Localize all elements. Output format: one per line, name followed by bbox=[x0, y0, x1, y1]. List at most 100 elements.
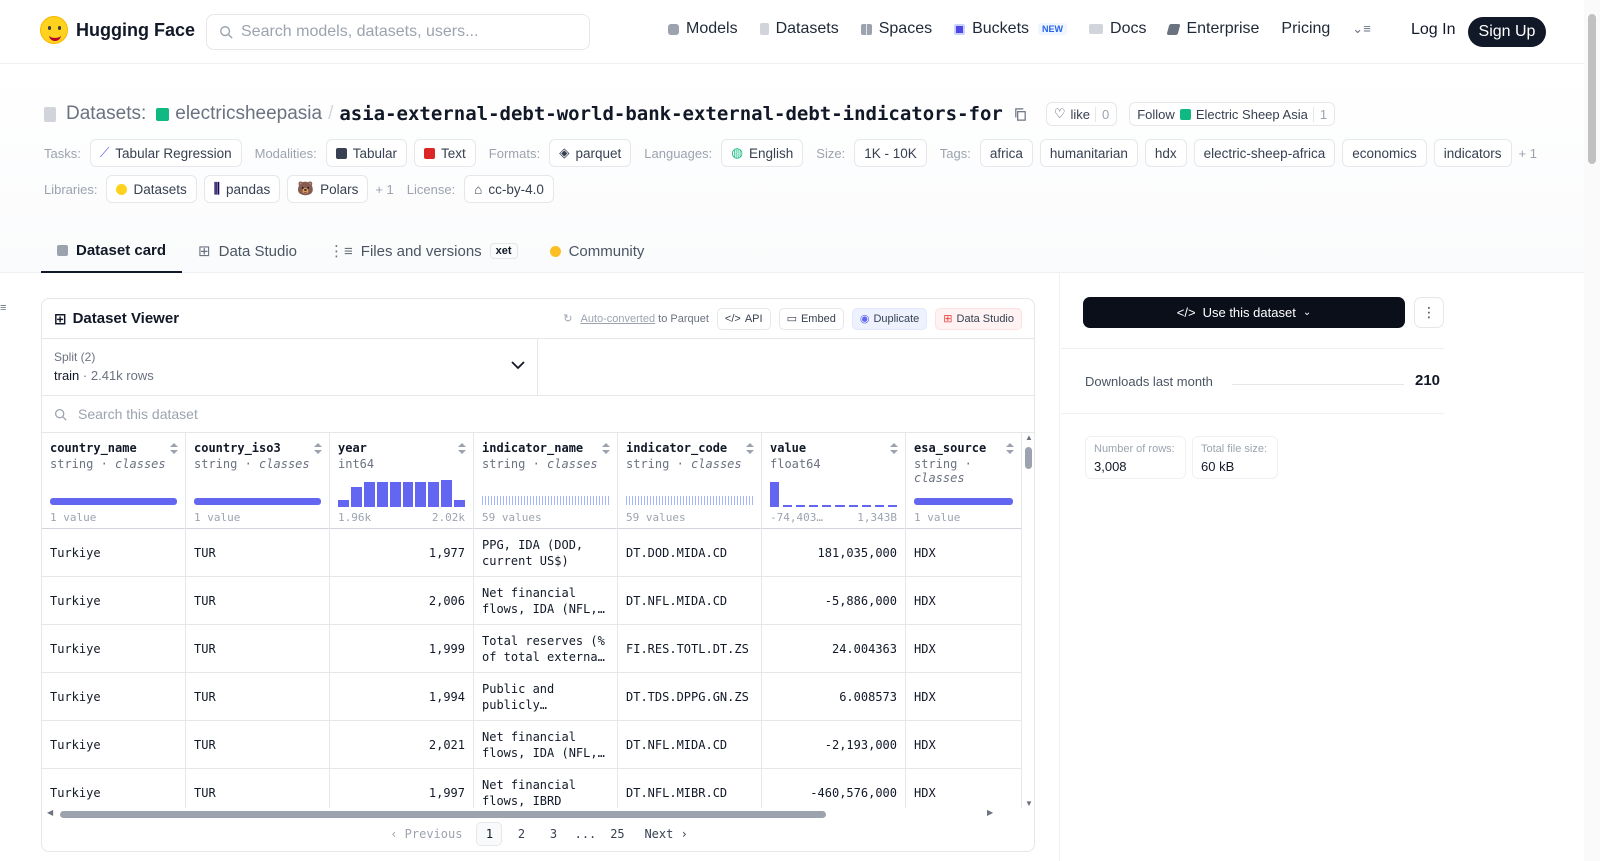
nav-spaces[interactable]: Spaces bbox=[860, 20, 932, 38]
table-cell[interactable]: -2,193,000 bbox=[762, 721, 905, 769]
table-cell[interactable]: -460,576,000 bbox=[762, 769, 905, 808]
split-dropdown[interactable]: Split (2) train · 2.41k rows bbox=[42, 339, 538, 395]
histogram-bar[interactable] bbox=[389, 481, 401, 507]
tag-economics[interactable]: economics bbox=[1342, 139, 1427, 167]
table-cell[interactable]: DT.DOD.MIDA.CD bbox=[618, 529, 761, 577]
duplicate-button[interactable]: ◉ Duplicate bbox=[851, 307, 928, 330]
class-distribution-bar[interactable] bbox=[914, 498, 1013, 505]
table-cell[interactable]: TUR bbox=[186, 721, 329, 769]
table-scrollbar-thumb[interactable] bbox=[1025, 447, 1032, 469]
follow-button[interactable]: Follow Electric Sheep Asia 1 bbox=[1129, 102, 1336, 126]
tab-files-and-versions[interactable]: ⋮≡ Files and versions xet bbox=[313, 229, 534, 273]
class-distribution-bar[interactable] bbox=[50, 498, 177, 505]
embed-button[interactable]: ▭ Embed bbox=[778, 307, 844, 330]
table-cell[interactable]: TUR bbox=[186, 529, 329, 577]
table-cell[interactable]: DT.NFL.MIBR.CD bbox=[618, 769, 761, 808]
tag-hdx[interactable]: hdx bbox=[1144, 139, 1187, 167]
column-header[interactable]: year int64 1.96k 2.02k bbox=[330, 433, 473, 529]
table-cell[interactable]: 181,035,000 bbox=[762, 529, 905, 577]
scroll-up-icon[interactable]: ▲ bbox=[1025, 433, 1033, 442]
table-cell[interactable]: HDX bbox=[906, 769, 1021, 808]
tab-community[interactable]: Community bbox=[534, 229, 661, 273]
table-vertical-scrollbar[interactable]: ▲ ▼ bbox=[1022, 433, 1034, 808]
task-tag[interactable]: ⟋ Tabular Regression bbox=[89, 139, 242, 167]
column-header[interactable]: indicator_code string · classes 59 values bbox=[618, 433, 761, 529]
table-cell[interactable]: DT.TDS.DPPG.GN.ZS bbox=[618, 673, 761, 721]
table-cell[interactable]: 2,006 bbox=[330, 577, 473, 625]
table-cell[interactable]: HDX bbox=[906, 577, 1021, 625]
table-cell[interactable]: 1,997 bbox=[330, 769, 473, 808]
column-header[interactable]: country_name string · classes 1 value bbox=[42, 433, 185, 529]
sort-icon[interactable] bbox=[458, 443, 466, 455]
signup-button[interactable]: Sign Up bbox=[1468, 17, 1546, 47]
table-cell[interactable]: Turkiye bbox=[42, 625, 185, 673]
size-tag[interactable]: 1K - 10K bbox=[854, 139, 927, 167]
histogram-bar[interactable] bbox=[415, 481, 427, 507]
sort-icon[interactable] bbox=[602, 443, 610, 455]
table-cell[interactable]: 1,994 bbox=[330, 673, 473, 721]
histogram-bar[interactable] bbox=[861, 505, 871, 507]
table-cell[interactable]: Turkiye bbox=[42, 721, 185, 769]
more-options-icon[interactable]: ⋮ bbox=[1414, 297, 1444, 328]
table-cell[interactable]: HDX bbox=[906, 673, 1021, 721]
tag-electric-sheep-africa[interactable]: electric-sheep-africa bbox=[1193, 139, 1336, 167]
column-header[interactable]: indicator_name string · classes 59 values bbox=[474, 433, 617, 529]
next-page-button[interactable]: Next › bbox=[636, 827, 695, 841]
data-studio-button[interactable]: ⊞ Data Studio bbox=[935, 307, 1022, 330]
table-cell[interactable]: Net financial flows, IDA (NFL, current U… bbox=[474, 577, 617, 625]
column-header[interactable]: country_iso3 string · classes 1 value bbox=[186, 433, 329, 529]
histogram-bar[interactable] bbox=[796, 505, 806, 507]
table-cell[interactable]: HDX bbox=[906, 721, 1021, 769]
column-header[interactable]: value float64 -74,403… 1,343B bbox=[762, 433, 905, 529]
sort-icon[interactable] bbox=[314, 443, 322, 455]
sort-icon[interactable] bbox=[890, 443, 898, 455]
histogram-bar[interactable] bbox=[338, 500, 349, 507]
brand-link[interactable]: Hugging Face bbox=[40, 16, 195, 44]
table-cell[interactable]: 1,977 bbox=[330, 529, 473, 577]
table-cell[interactable]: Turkiye bbox=[42, 769, 185, 808]
tags-more-link[interactable]: + 1 bbox=[1519, 146, 1537, 161]
histogram-bar[interactable] bbox=[441, 480, 453, 507]
nav-enterprise[interactable]: Enterprise bbox=[1166, 20, 1259, 38]
table-cell[interactable]: TUR bbox=[186, 673, 329, 721]
global-search-input[interactable]: Search models, datasets, users... bbox=[206, 14, 590, 50]
modality-tag-tabular[interactable]: Tabular bbox=[325, 139, 408, 167]
nav-buckets[interactable]: Buckets NEW bbox=[954, 20, 1068, 38]
histogram-bar[interactable] bbox=[363, 481, 375, 507]
license-tag[interactable]: ⌂ cc-by-4.0 bbox=[464, 175, 554, 203]
org-link[interactable]: electricsheepasia bbox=[175, 103, 322, 125]
histogram-bar[interactable] bbox=[822, 505, 832, 507]
dataset-search-input[interactable]: Search this dataset bbox=[42, 396, 1034, 433]
modality-tag-text[interactable]: Text bbox=[414, 139, 476, 167]
page-25-button[interactable]: 25 bbox=[604, 822, 630, 846]
class-distribution-bar[interactable] bbox=[482, 496, 609, 505]
page-3-button[interactable]: 3 bbox=[540, 822, 566, 846]
tag-humanitarian[interactable]: humanitarian bbox=[1039, 139, 1138, 167]
histogram-bar[interactable] bbox=[350, 487, 362, 507]
table-cell[interactable]: TUR bbox=[186, 625, 329, 673]
tag-indicators[interactable]: indicators bbox=[1433, 139, 1512, 167]
table-cell[interactable]: HDX bbox=[906, 625, 1021, 673]
table-cell[interactable]: Total reserves (% of total external debt… bbox=[474, 625, 617, 673]
tab-dataset-card[interactable]: Dataset card bbox=[41, 229, 183, 273]
login-link[interactable]: Log In bbox=[1411, 21, 1455, 39]
table-cell[interactable]: 1,999 bbox=[330, 625, 473, 673]
histogram-bar[interactable] bbox=[887, 505, 897, 507]
histogram-bar[interactable] bbox=[835, 505, 845, 507]
histogram-bar[interactable] bbox=[428, 481, 440, 507]
sort-icon[interactable] bbox=[170, 443, 178, 455]
table-cell[interactable]: 2,021 bbox=[330, 721, 473, 769]
nav-datasets[interactable]: Datasets bbox=[759, 20, 839, 38]
table-cell[interactable]: TUR bbox=[186, 769, 329, 808]
copy-icon[interactable] bbox=[1013, 107, 1028, 122]
previous-page-button[interactable]: ‹ Previous bbox=[382, 827, 470, 841]
page-scrollbar-thumb[interactable] bbox=[1588, 14, 1596, 164]
histogram-bar[interactable] bbox=[454, 500, 466, 507]
library-tag-pandas[interactable]: ⫼ pandas bbox=[203, 175, 281, 203]
table-cell[interactable]: PPG, IDA (DOD, current US$) bbox=[474, 529, 617, 577]
table-cell[interactable]: Net financial flows, IDA (NFL, current U… bbox=[474, 721, 617, 769]
nav-pricing[interactable]: Pricing bbox=[1281, 20, 1330, 38]
table-cell[interactable]: DT.NFL.MIDA.CD bbox=[618, 721, 761, 769]
table-cell[interactable]: TUR bbox=[186, 577, 329, 625]
library-tag-polars[interactable]: 🐻 Polars bbox=[287, 175, 369, 203]
